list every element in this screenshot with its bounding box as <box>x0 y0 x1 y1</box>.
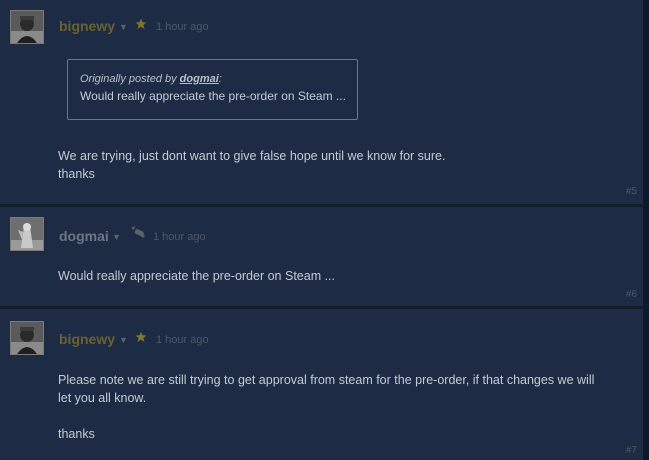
gamepad-icon <box>130 226 146 244</box>
chevron-down-icon[interactable]: ▼ <box>112 232 121 242</box>
post-text-line: We are trying, just dont want to give fa… <box>58 149 446 163</box>
post-number[interactable]: #7 <box>626 445 637 456</box>
avatar-image-icon <box>11 11 43 43</box>
scrollbar-track[interactable] <box>643 0 649 460</box>
quote-block: Originally posted by dogmai: Would reall… <box>67 59 358 120</box>
comment-post: dogmai ▼ 1 hour ago Would really appreci… <box>0 207 643 306</box>
post-timestamp[interactable]: 1 hour ago <box>153 231 206 243</box>
post-text-line: Would really appreciate the pre-order on… <box>58 269 335 283</box>
post-body: We are trying, just dont want to give fa… <box>58 147 445 183</box>
post-number[interactable]: #6 <box>626 289 637 300</box>
chevron-down-icon[interactable]: ▼ <box>119 22 128 32</box>
avatar-image-icon <box>11 218 43 250</box>
post-text-line: let you all know. <box>58 391 147 405</box>
avatar-image-icon <box>11 322 43 354</box>
author-name[interactable]: dogmai <box>59 228 109 244</box>
star-icon <box>135 330 147 348</box>
author-name[interactable]: bignewy <box>59 331 115 347</box>
quote-attribution: Originally posted by dogmai: <box>80 73 345 85</box>
post-text-line: thanks <box>58 427 95 441</box>
post-body: Please note we are still trying to get a… <box>58 371 594 443</box>
avatar[interactable] <box>10 217 44 251</box>
comment-post: bignewy ▼ 1 hour ago Originally posted b… <box>0 0 643 204</box>
discussion-thread: bignewy ▼ 1 hour ago Originally posted b… <box>0 0 643 460</box>
quote-text: Would really appreciate the pre-order on… <box>80 89 346 103</box>
quote-prefix: Originally posted by <box>80 73 180 85</box>
comment-post: bignewy ▼ 1 hour ago Please note we are … <box>0 309 643 460</box>
avatar[interactable] <box>10 10 44 44</box>
post-text-line: Please note we are still trying to get a… <box>58 373 595 387</box>
post-text-line <box>58 407 594 425</box>
author-name[interactable]: bignewy <box>59 18 115 34</box>
avatar[interactable] <box>10 321 44 355</box>
quote-suffix: : <box>218 73 222 85</box>
post-timestamp[interactable]: 1 hour ago <box>156 334 209 346</box>
post-body: Would really appreciate the pre-order on… <box>58 267 335 285</box>
star-icon <box>135 17 147 35</box>
chevron-down-icon[interactable]: ▼ <box>119 335 128 345</box>
quoted-author-link[interactable]: dogmai <box>180 73 219 85</box>
post-timestamp[interactable]: 1 hour ago <box>156 21 209 33</box>
post-number[interactable]: #5 <box>626 186 637 197</box>
post-text-line: thanks <box>58 167 95 181</box>
